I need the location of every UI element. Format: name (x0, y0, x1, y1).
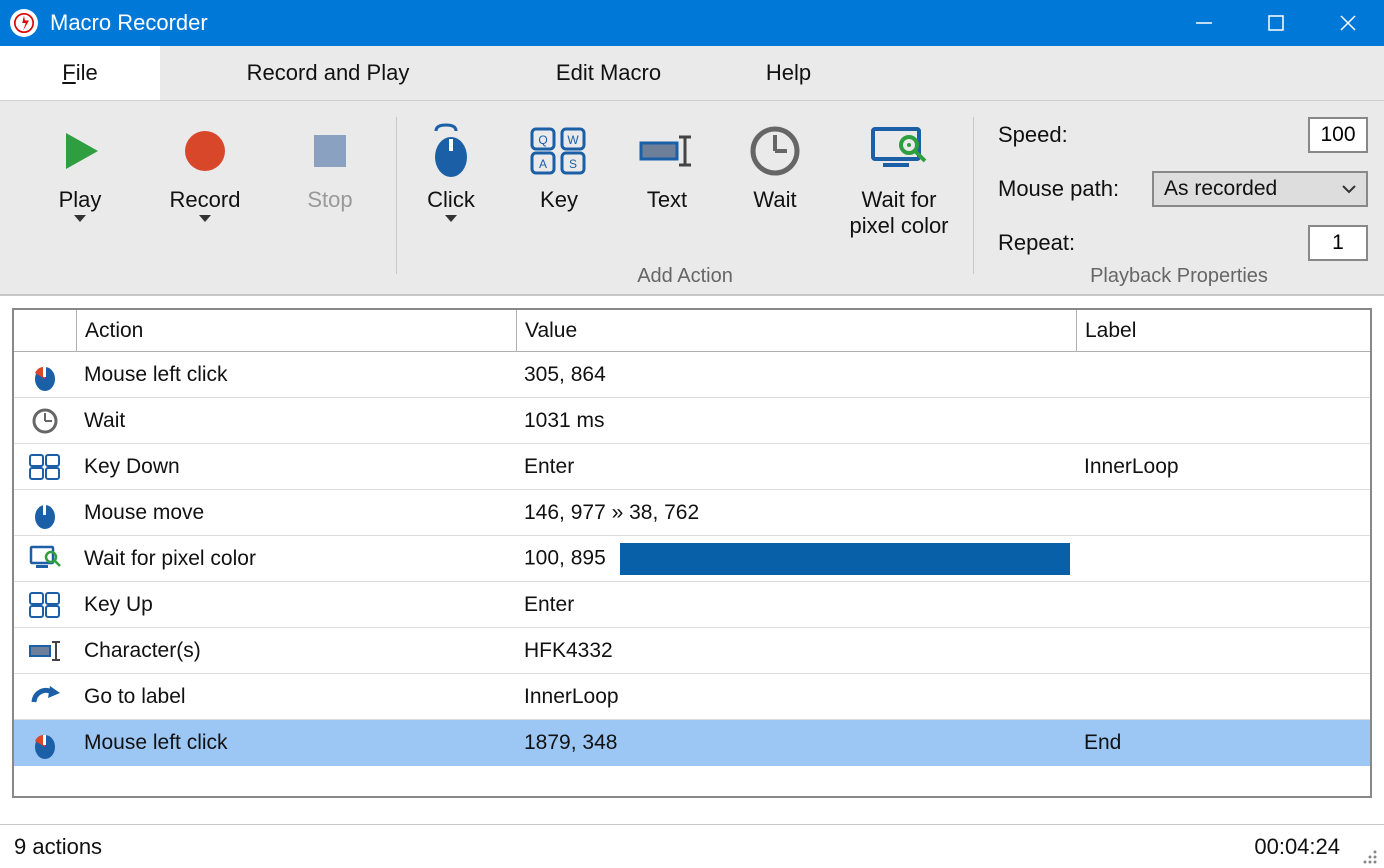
cell-action: Mouse left click (76, 363, 516, 387)
keys-icon (14, 454, 76, 480)
repeat-input[interactable] (1308, 225, 1368, 261)
stop-button[interactable]: Stop (270, 111, 390, 265)
cell-value: HFK4332 (516, 639, 1076, 663)
menu-help[interactable]: Help (721, 46, 856, 100)
table-row[interactable]: Key UpEnter (14, 582, 1370, 628)
table-row[interactable]: Wait1031 ms (14, 398, 1370, 444)
menu-record-play[interactable]: Record and Play (160, 46, 496, 100)
svg-text:A: A (539, 157, 547, 171)
speed-label: Speed: (998, 122, 1068, 148)
mouse-icon (428, 117, 474, 185)
goto-icon (14, 686, 76, 708)
mouse-red-icon (14, 727, 76, 759)
menu-file-rest: ile (76, 60, 98, 85)
close-button[interactable] (1312, 0, 1384, 46)
table-header: Action Value Label (14, 310, 1370, 352)
clock-icon (14, 407, 76, 435)
actions-table: Action Value Label Mouse left click305, … (12, 308, 1372, 798)
ribbon-toolbar: Play Record Stop (0, 100, 1384, 296)
mouse-red-icon (14, 359, 76, 391)
status-bar: 9 actions 00:04:24 (0, 824, 1384, 868)
chevron-down-icon (445, 215, 457, 223)
cell-value: 100, 895 (516, 543, 1076, 575)
repeat-label: Repeat: (998, 230, 1075, 256)
play-button[interactable]: Play (20, 111, 140, 265)
cell-value: 146, 977 » 38, 762 (516, 501, 1076, 525)
mouse-blue-icon (14, 497, 76, 529)
record-icon (181, 117, 229, 185)
table-row[interactable]: Mouse move146, 977 » 38, 762 (14, 490, 1370, 536)
minimize-button[interactable] (1168, 0, 1240, 46)
cell-action: Wait (76, 409, 516, 433)
add-wait-pixel-button[interactable]: Wait for pixel color (829, 111, 969, 265)
stop-icon (310, 117, 350, 185)
table-row[interactable]: Mouse left click1879, 348End (14, 720, 1370, 766)
color-swatch (620, 543, 1070, 575)
pixel-icon (14, 545, 76, 573)
cell-action: Mouse move (76, 501, 516, 525)
text-icon (637, 117, 697, 185)
window-title: Macro Recorder (50, 10, 208, 36)
cell-action: Go to label (76, 685, 516, 709)
status-time: 00:04:24 (1254, 834, 1340, 860)
keys-icon (14, 592, 76, 618)
speed-input[interactable] (1308, 117, 1368, 153)
cell-value: InnerLoop (516, 685, 1076, 709)
add-key-button[interactable]: Q W A S Key (505, 111, 613, 265)
play-icon (56, 117, 104, 185)
app-logo-icon (10, 9, 38, 37)
cell-value: Enter (516, 593, 1076, 617)
add-text-button[interactable]: Text (613, 111, 721, 265)
table-row[interactable]: Mouse left click305, 864 (14, 352, 1370, 398)
menu-bar: File Record and Play Edit Macro Help (0, 46, 1384, 100)
cell-value: Enter (516, 455, 1076, 479)
cell-action: Character(s) (76, 639, 516, 663)
svg-text:Q: Q (538, 133, 547, 147)
table-row[interactable]: Wait for pixel color100, 895 (14, 536, 1370, 582)
cell-value: 305, 864 (516, 363, 1076, 387)
table-row[interactable]: Key DownEnterInnerLoop (14, 444, 1370, 490)
status-action-count: 9 actions (14, 834, 102, 860)
cell-action: Key Down (76, 455, 516, 479)
ribbon-group-playback: Playback Properties (974, 265, 1384, 294)
text-icon (14, 640, 76, 662)
header-label[interactable]: Label (1076, 310, 1370, 351)
cell-label: End (1076, 731, 1370, 755)
menu-edit-macro[interactable]: Edit Macro (496, 46, 721, 100)
table-row[interactable]: Character(s)HFK4332 (14, 628, 1370, 674)
chevron-down-icon (1342, 185, 1356, 194)
chevron-down-icon (199, 215, 211, 223)
clock-icon (749, 117, 801, 185)
add-wait-button[interactable]: Wait (721, 111, 829, 265)
monitor-search-icon (869, 117, 929, 185)
cell-value: 1879, 348 (516, 731, 1076, 755)
keyboard-keys-icon: Q W A S (530, 117, 588, 185)
mouse-path-label: Mouse path: (998, 176, 1119, 202)
cell-action: Wait for pixel color (76, 547, 516, 571)
cell-action: Key Up (76, 593, 516, 617)
maximize-button[interactable] (1240, 0, 1312, 46)
svg-text:S: S (569, 157, 577, 171)
cell-label: InnerLoop (1076, 455, 1370, 479)
cell-action: Mouse left click (76, 731, 516, 755)
header-action[interactable]: Action (76, 310, 516, 351)
svg-text:W: W (567, 133, 579, 147)
add-click-button[interactable]: Click (397, 111, 505, 265)
table-row[interactable]: Go to labelInnerLoop (14, 674, 1370, 720)
record-button[interactable]: Record (140, 111, 270, 265)
chevron-down-icon (74, 215, 86, 223)
cell-value: 1031 ms (516, 409, 1076, 433)
title-bar: Macro Recorder (0, 0, 1384, 46)
menu-file[interactable]: File (0, 46, 160, 100)
ribbon-group-add-action: Add Action (397, 265, 973, 294)
resize-grip-icon[interactable] (1362, 848, 1378, 864)
header-value[interactable]: Value (516, 310, 1076, 351)
mouse-path-select[interactable]: As recorded (1152, 171, 1368, 207)
